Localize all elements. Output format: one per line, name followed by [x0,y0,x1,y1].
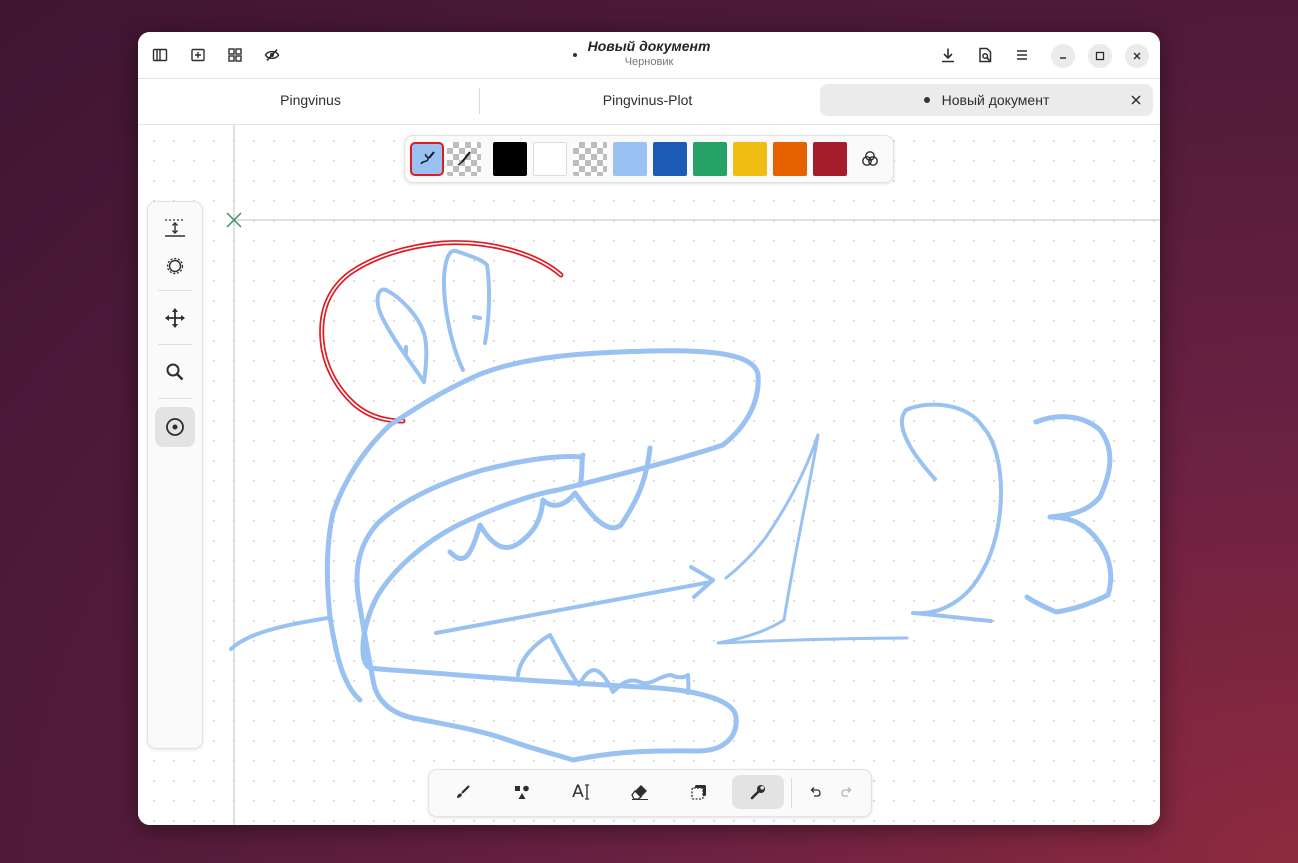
color-swatch-transparent[interactable] [573,142,607,176]
tab-close-icon[interactable] [1129,93,1143,107]
selection-tool-button[interactable] [673,775,725,809]
page-size-icon [165,219,185,237]
tab-label: Новый документ [941,92,1050,108]
undo-icon [810,787,821,797]
maximize-icon [1095,51,1105,61]
tools-toolbar: A [428,769,872,817]
custom-color-button[interactable] [853,142,887,176]
shapes-icon [515,785,529,799]
page-size-button[interactable] [155,208,195,248]
text-cursor-icon [584,784,589,800]
tab-pingvinus-plot[interactable]: Pingvinus-Plot [481,84,814,116]
brush-tool-button[interactable] [437,775,489,809]
modified-indicator [573,53,577,57]
title-area: Новый документ Черновик [478,38,820,69]
canvas-settings-button[interactable] [155,246,195,286]
window-title: Новый документ [587,38,711,54]
color-swatch-green[interactable] [693,142,727,176]
text-icon: A [572,782,584,802]
color-swatch-orange[interactable] [773,142,807,176]
sidebar-separator [158,398,192,399]
canvas-sidebar [147,201,203,749]
zoom-button[interactable] [155,352,195,392]
blue-strokes[interactable] [229,248,1114,763]
maximize-button[interactable] [1088,44,1112,68]
grid-icon [228,48,242,62]
move-view-button[interactable] [155,298,195,338]
tab-new-document[interactable]: Новый документ [820,84,1153,116]
tab-label: Pingvinus-Plot [602,92,693,108]
eraser-icon [631,785,648,800]
tab-separator [479,88,480,114]
color-swatch-black[interactable] [493,142,527,176]
zoom-icon [166,363,184,381]
eraser-tool-button[interactable] [614,775,666,809]
color-swatch-yellow[interactable] [733,142,767,176]
text-tool-button[interactable]: A [555,775,607,809]
move-icon [165,308,185,328]
tab-bar: Pingvinus Pingvinus-Plot Новый документ [138,79,1160,125]
document-save-icon [979,47,992,63]
tab-modified-indicator [923,97,930,103]
tools-settings-button[interactable] [732,775,784,809]
sidebar-separator [158,344,192,345]
color-swatch-light-blue[interactable] [613,142,647,176]
color-palette [404,135,894,183]
wrench-icon [750,785,765,800]
eye-hidden-icon [264,48,280,62]
toolbar-separator [791,778,792,808]
overview-button[interactable] [221,41,249,69]
drawing-canvas[interactable]: A [138,125,1160,825]
hamburger-menu-icon [1017,50,1027,60]
selection-icon [691,785,706,800]
redo-icon [841,787,852,797]
export-button[interactable] [934,41,962,69]
redo-button[interactable] [835,780,859,804]
settings-gear-icon [166,257,184,275]
undo-button[interactable] [803,780,827,804]
focus-target-button[interactable] [155,407,195,447]
stroke-color-swatch[interactable] [410,142,444,176]
close-icon [1133,52,1141,60]
sidebar-separator [158,290,192,291]
tab-pingvinus[interactable]: Pingvinus [144,84,477,116]
minimize-icon [1060,57,1066,59]
header-bar: Новый документ Черновик [138,32,1160,79]
brush-icon [457,785,470,798]
save-button[interactable] [971,41,999,69]
download-icon [942,48,954,63]
shapes-tool-button[interactable] [496,775,548,809]
main-menu-button[interactable] [1008,41,1036,69]
minimize-button[interactable] [1051,44,1075,68]
focus-mode-button[interactable] [258,41,286,69]
app-window: Новый документ Черновик Pingvinus Pingvi… [138,32,1160,825]
drawing-layer [226,125,1160,825]
color-swatch-red[interactable] [813,142,847,176]
fill-color-swatch[interactable] [447,142,481,176]
toggle-sidebar-button[interactable] [146,41,174,69]
sidebar-icon [152,48,168,62]
new-page-icon [191,48,205,62]
color-swatch-white[interactable] [533,142,567,176]
pen-stroke-icon [420,151,435,165]
close-window-button[interactable] [1125,44,1149,68]
pen-fill-icon [457,151,471,166]
color-swatch-blue[interactable] [653,142,687,176]
tab-label: Pingvinus [280,92,341,108]
target-icon [166,418,184,436]
color-wheel-icon [862,151,878,166]
window-subtitle: Черновик [624,56,674,68]
new-document-button[interactable] [184,41,212,69]
